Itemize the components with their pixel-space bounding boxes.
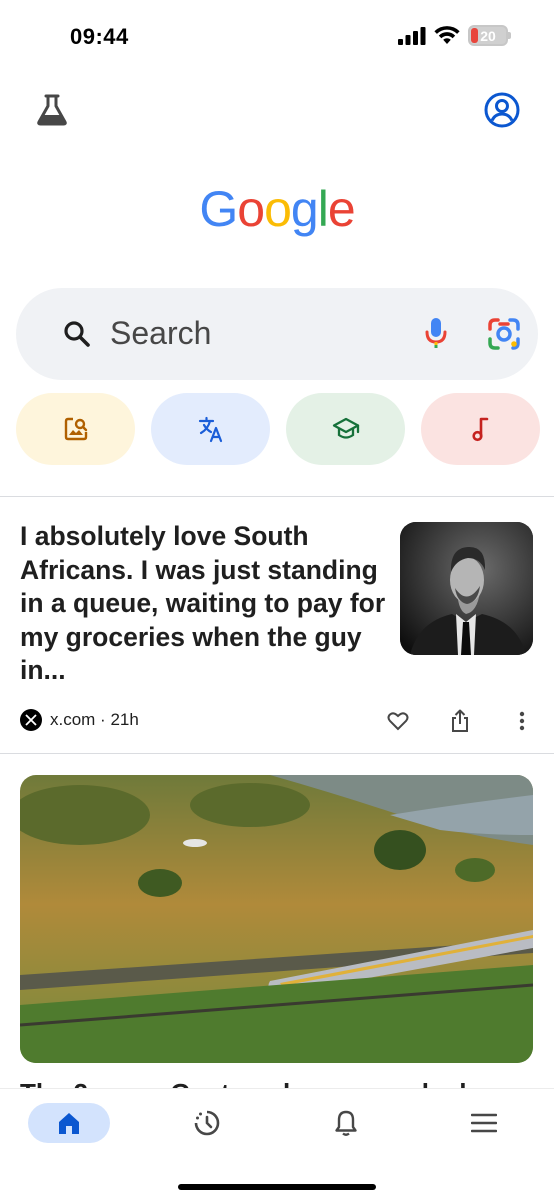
nav-activity[interactable] bbox=[179, 1103, 235, 1143]
card-title[interactable]: I absolutely love South Africans. I was … bbox=[20, 520, 390, 688]
logo-letter: o bbox=[264, 181, 292, 237]
more-vert-icon bbox=[519, 711, 525, 731]
card-thumbnail[interactable] bbox=[400, 522, 533, 655]
translate-icon bbox=[198, 416, 222, 443]
homework-chip[interactable] bbox=[286, 393, 405, 465]
home-icon bbox=[59, 1113, 79, 1134]
news-card[interactable]: I absolutely love South Africans. I was … bbox=[0, 497, 554, 753]
heart-icon bbox=[387, 712, 409, 731]
search-icon bbox=[64, 321, 90, 347]
nav-notifications[interactable] bbox=[318, 1103, 374, 1143]
like-button[interactable] bbox=[384, 707, 412, 735]
logo-letter: G bbox=[199, 181, 238, 237]
school-icon bbox=[332, 417, 359, 439]
account-circle-icon bbox=[484, 92, 520, 128]
account-button[interactable] bbox=[480, 88, 524, 132]
card-actions bbox=[0, 707, 554, 737]
battery-level: 20 bbox=[480, 27, 496, 44]
music-note-icon bbox=[471, 417, 488, 442]
cellular-signal-icon bbox=[398, 26, 426, 45]
logo-letter: o bbox=[237, 181, 265, 237]
battery-icon: 20 bbox=[468, 25, 511, 46]
battery-fill bbox=[471, 28, 479, 43]
status-time: 09:44 bbox=[70, 24, 129, 49]
bottom-navigation bbox=[0, 1088, 554, 1200]
logo-letter: e bbox=[327, 181, 356, 237]
search-bar[interactable]: Search bbox=[16, 288, 538, 380]
wifi-icon bbox=[434, 26, 460, 44]
logo-letter: g bbox=[290, 181, 319, 237]
nav-menu[interactable] bbox=[456, 1103, 512, 1143]
status-icons: 20 bbox=[398, 25, 511, 46]
translate-chip[interactable] bbox=[151, 393, 270, 465]
train-landscape-image bbox=[20, 775, 533, 1063]
history-icon bbox=[194, 1110, 220, 1136]
search-placeholder: Search bbox=[110, 315, 212, 351]
nav-home[interactable] bbox=[28, 1103, 110, 1143]
more-options-button[interactable] bbox=[508, 707, 536, 735]
microphone-icon[interactable] bbox=[422, 315, 450, 351]
news-card-image[interactable] bbox=[20, 775, 533, 1063]
music-search-chip[interactable] bbox=[421, 393, 540, 465]
share-icon bbox=[452, 709, 468, 732]
portrait-image bbox=[400, 522, 533, 655]
share-button[interactable] bbox=[446, 707, 474, 735]
notifications-icon bbox=[335, 1110, 357, 1136]
home-indicator bbox=[178, 1184, 376, 1190]
search-image-chip[interactable] bbox=[16, 393, 135, 465]
image-search-icon bbox=[64, 417, 87, 441]
labs-button[interactable] bbox=[30, 88, 74, 132]
google-lens-icon[interactable] bbox=[486, 316, 522, 352]
labs-flask-icon bbox=[37, 94, 67, 126]
logo-letter: l bbox=[317, 181, 329, 237]
feed-divider bbox=[0, 753, 554, 754]
menu-icon bbox=[471, 1113, 497, 1133]
status-bar: 09:44 20 bbox=[0, 0, 554, 76]
quick-actions bbox=[16, 393, 540, 465]
google-logo: Google bbox=[0, 180, 554, 238]
